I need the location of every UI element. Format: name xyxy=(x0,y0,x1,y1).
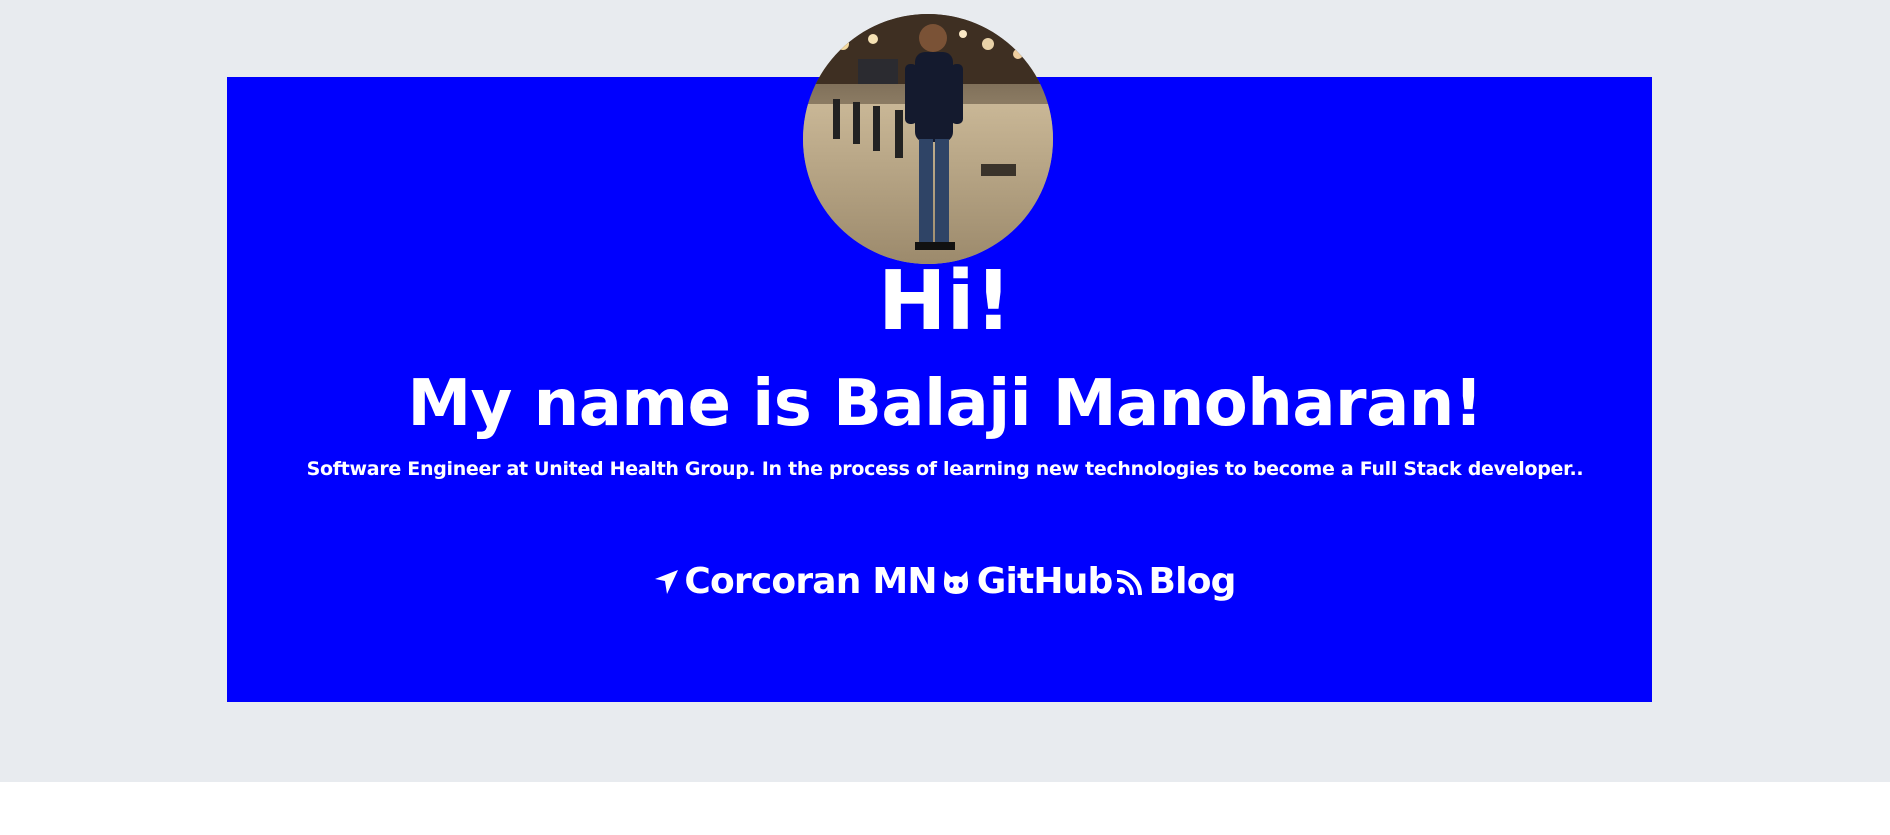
github-icon xyxy=(941,568,971,596)
hero-tagline: Software Engineer at United Health Group… xyxy=(306,458,1584,480)
blog-link[interactable]: Blog xyxy=(1116,555,1237,609)
hero-name: My name is Balaji Manoharan! xyxy=(407,367,1483,441)
location-arrow-icon xyxy=(654,569,679,595)
github-label: GitHub xyxy=(976,561,1114,602)
blog-label: Blog xyxy=(1148,561,1237,602)
social-links: Corcoran MN GitHub Blog xyxy=(0,555,1890,609)
rss-icon xyxy=(1116,569,1143,595)
profile-photo xyxy=(803,14,1053,264)
avatar xyxy=(803,14,1053,264)
hero-greeting: Hi! xyxy=(877,254,1013,349)
location-label: Corcoran MN xyxy=(684,561,937,602)
location-link[interactable]: Corcoran MN xyxy=(654,555,938,609)
github-link[interactable]: GitHub xyxy=(941,555,1113,609)
